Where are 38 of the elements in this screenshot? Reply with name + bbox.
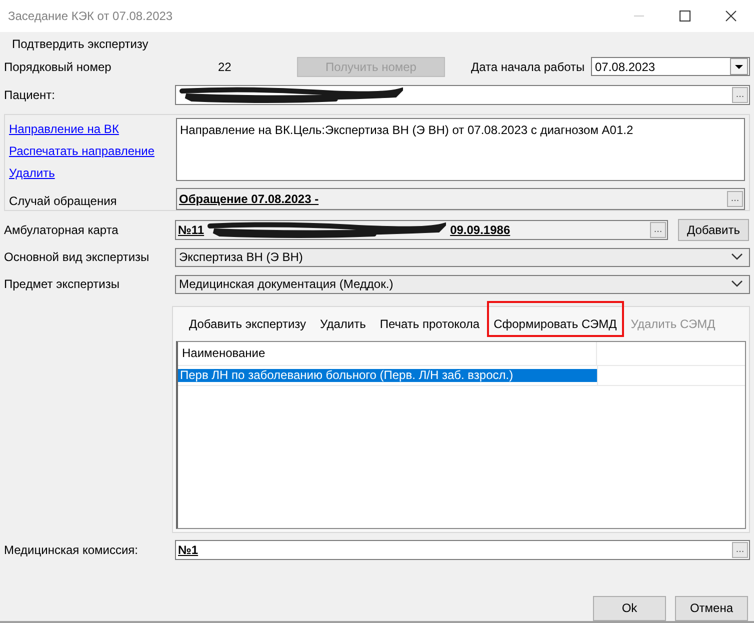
subject-dropdown[interactable]: Медицинская документация (Меддок.) [175, 274, 750, 294]
commission-field[interactable]: №1 ... [175, 540, 750, 560]
browse-button[interactable]: ... [727, 190, 743, 207]
dialog-button[interactable]: Ok [593, 596, 666, 621]
card-field[interactable]: №11 09.09.1986 ... [175, 220, 668, 240]
add-button[interactable]: Добавить [678, 219, 749, 242]
toolbar-button[interactable]: Удалить [313, 310, 373, 337]
patient-field[interactable]: ... [175, 84, 750, 105]
column-header[interactable]: Наименование [178, 342, 597, 365]
case-field[interactable]: Обращение 07.08.2023 - ... [176, 188, 745, 210]
toolbar-button[interactable]: Сформировать СЭМД [486, 300, 624, 337]
browse-button[interactable]: ... [732, 86, 748, 103]
link[interactable]: Направление на ВК [9, 122, 176, 144]
order-number: 22 [217, 60, 232, 74]
expertise-type-dropdown[interactable]: Экспертиза ВН (Э ВН) [175, 248, 750, 267]
chevron-down-icon[interactable] [731, 253, 743, 262]
field-label: Дата начала работы [470, 60, 586, 74]
dialog-button[interactable]: Отмена [675, 596, 748, 621]
field-label: Пациент: [4, 88, 56, 102]
field-label: Порядковый номер [4, 60, 112, 74]
toolbar-button[interactable]: Печать протокола [372, 310, 487, 337]
menu-item[interactable]: Подтвердить экспертизу [4, 36, 156, 51]
window-title: Заседание КЭК от 07.08.2023 [8, 9, 174, 23]
field-label: Медицинская комиссия: [4, 542, 140, 557]
field-label: Предмет экспертизы [4, 277, 120, 292]
toolbar-button[interactable]: Добавить экспертизу [182, 310, 314, 337]
date-field[interactable]: 07.08.2023 [591, 57, 750, 76]
field-label: Амбулаторная карта [4, 223, 120, 238]
referral-text-area[interactable]: Направление на ВК.Цель:Экспертиза ВН (Э ВН) от 07.08.2023 с диагнозом A01.2 [176, 118, 745, 181]
browse-button[interactable]: ... [732, 542, 748, 558]
link[interactable]: Распечатать направление [9, 144, 176, 166]
field-label: Случай обращения [9, 194, 118, 208]
chevron-down-icon[interactable] [731, 280, 743, 288]
field-label: Основной вид экспертизы [4, 250, 150, 264]
link[interactable]: Удалить [9, 166, 176, 188]
dropdown-button[interactable] [730, 58, 748, 76]
browse-button[interactable]: ... [650, 222, 666, 238]
table-cell[interactable]: Перв ЛН по заболеванию больного (Перв. Л/Н заб. взросл.) [178, 368, 597, 382]
